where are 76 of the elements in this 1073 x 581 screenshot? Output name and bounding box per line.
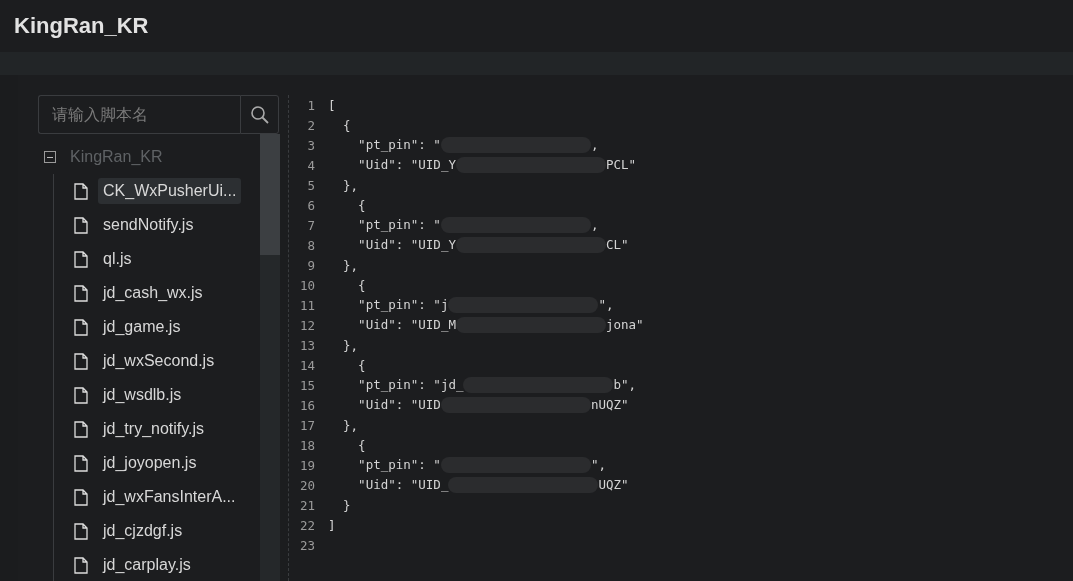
file-icon: [74, 318, 88, 336]
code-line: {: [357, 197, 366, 213]
line-number: 8: [306, 237, 315, 253]
file-item[interactable]: jd_game.js: [98, 314, 186, 340]
file-item[interactable]: jd_wsdlb.js: [98, 382, 187, 408]
line-number: 16: [298, 397, 315, 413]
code-line: "Uid": "UID_Y CL": [357, 236, 629, 254]
file-icon: [74, 386, 88, 404]
code-line: {: [357, 437, 366, 453]
code-line: },: [342, 257, 359, 273]
file-icon: [74, 182, 88, 200]
file-icon: [74, 284, 88, 302]
file-item[interactable]: CK_WxPusherUi...: [98, 178, 242, 204]
file-item[interactable]: jd_try_notify.js: [98, 416, 210, 442]
line-number: 5: [306, 177, 315, 193]
line-number: 18: [298, 437, 315, 453]
line-number: 10: [298, 277, 315, 293]
scrollbar-thumb[interactable]: [260, 134, 280, 255]
search-icon: [250, 105, 269, 124]
file-icon: [74, 488, 88, 506]
line-number: 22: [298, 517, 315, 533]
code-line: "Uid": "UID_M jona": [357, 316, 644, 334]
file-icon: [74, 216, 88, 234]
line-number: 21: [298, 497, 315, 513]
line-number: 11: [298, 297, 315, 313]
file-item[interactable]: jd_cjzdgf.js: [98, 518, 188, 544]
code-line: "pt_pin": "j ",: [357, 296, 614, 314]
line-number: 2: [306, 117, 315, 133]
line-number: 7: [306, 217, 315, 233]
file-item[interactable]: jd_wxFansInterA...: [98, 484, 241, 510]
line-number: 23: [298, 537, 315, 553]
code-line: "Uid": "UID_ UQZ": [357, 476, 629, 494]
scrollbar[interactable]: [260, 134, 280, 581]
code-line: {: [357, 277, 366, 293]
file-item[interactable]: ql.js: [98, 246, 137, 272]
line-number: 15: [298, 377, 315, 393]
app-title: KingRan_KR: [14, 13, 149, 39]
file-item[interactable]: jd_carplay.js: [98, 552, 196, 578]
line-number: 13: [298, 337, 315, 353]
code-line: "pt_pin": "jd_ b",: [357, 376, 637, 394]
line-number: 17: [298, 417, 315, 433]
search-button[interactable]: [240, 95, 279, 134]
code-line: {: [357, 357, 366, 373]
line-number: 3: [306, 137, 315, 153]
file-item[interactable]: sendNotify.js: [98, 212, 199, 238]
file-icon: [74, 454, 88, 472]
line-number: 19: [298, 457, 315, 473]
code-line: [: [328, 97, 336, 113]
file-icon: [74, 352, 88, 370]
line-number: 4: [306, 157, 315, 173]
file-item[interactable]: jd_cash_wx.js: [98, 280, 208, 306]
code-line: "pt_pin": " ,: [357, 216, 599, 234]
collapse-toggle-icon[interactable]: [44, 151, 56, 163]
code-line: {: [342, 117, 351, 133]
line-number: 14: [298, 357, 315, 373]
line-number: 1: [306, 97, 315, 113]
code-line: "Uid": "UID_Y PCL": [357, 156, 637, 174]
code-line: "pt_pin": " ",: [357, 456, 606, 474]
file-icon: [74, 556, 88, 574]
file-item[interactable]: jd_joyopen.js: [98, 450, 202, 476]
line-number: 20: [298, 477, 315, 493]
code-line: },: [342, 417, 359, 433]
file-icon: [74, 522, 88, 540]
code-line: }: [342, 497, 351, 513]
search-field[interactable]: 请输入脚本名: [38, 95, 240, 134]
code-line: },: [342, 337, 359, 353]
line-number: 9: [306, 257, 315, 273]
code-line: ]: [328, 517, 336, 533]
code-line: "pt_pin": " ,: [357, 136, 599, 154]
line-number: 12: [298, 317, 315, 333]
line-number: 6: [306, 197, 315, 213]
file-icon: [74, 420, 88, 438]
file-item[interactable]: jd_wxSecond.js: [98, 348, 220, 374]
file-icon: [74, 250, 88, 268]
code-line: },: [342, 177, 359, 193]
code-line: "Uid": "UID nUQZ": [357, 396, 629, 414]
